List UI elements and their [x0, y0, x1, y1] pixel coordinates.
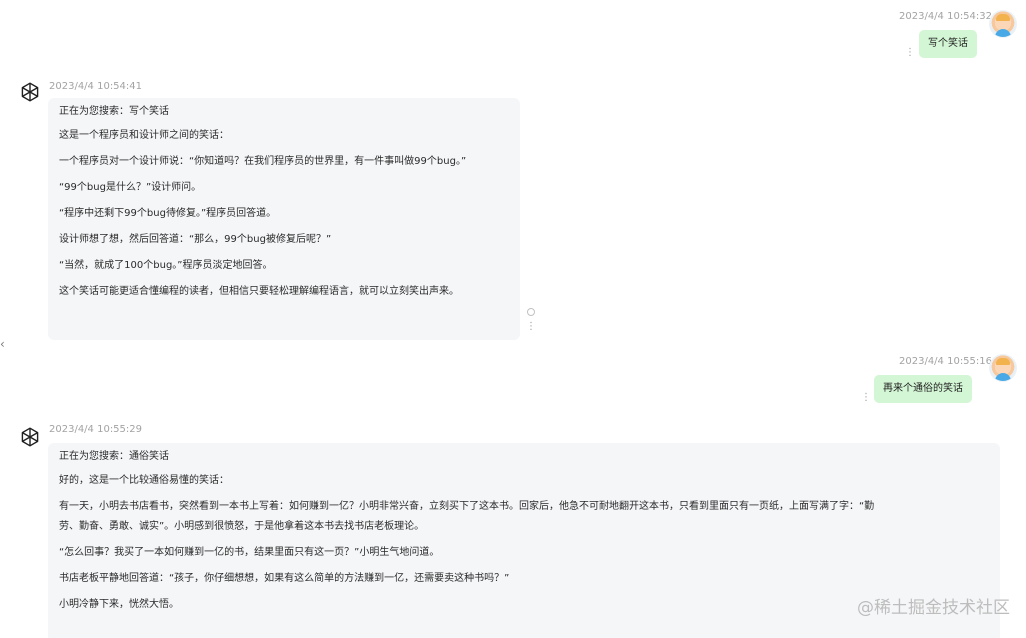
avatar-hair	[996, 14, 1010, 21]
assistant-message-line: 劳、勤奋、勇敢、诚实”。小明感到很愤怒，于是他拿着这本书去找书店老板理论。	[59, 521, 425, 532]
assistant-message-line: 这是一个程序员和设计师之间的笑话：	[59, 130, 229, 141]
chevron-left-icon[interactable]: ‹	[0, 336, 8, 352]
assistant-message-line: 一个程序员对一个设计师说：“你知道吗？在我们程序员的世界里，有一件事叫做99个b…	[59, 156, 467, 167]
avatar-hair	[996, 358, 1010, 365]
more-options-icon[interactable]: ⋮	[861, 393, 871, 403]
assistant-message-line: “当然，就成了100个bug。”程序员淡定地回答。	[59, 260, 273, 271]
assistant-message-line: 正在为您搜索：写个笑话	[59, 106, 169, 117]
chat-window: ‹ 2023/4/4 10:54:32 写个笑话 ⋮ 2023/4/4 10:5…	[0, 0, 1026, 638]
assistant-message-line: 小明冷静下来，恍然大悟。	[59, 599, 179, 610]
assistant-message-line: 设计师想了想，然后回答道：“那么，99个bug被修复后呢？”	[59, 234, 332, 245]
assistant-message-line: 这个笑话可能更适合懂编程的读者，但相信只要轻松理解编程语言，就可以立刻笑出声来。	[59, 286, 459, 297]
assistant-logo-icon	[21, 427, 39, 447]
assistant-message-line: 好的，这是一个比较通俗易懂的笑话：	[59, 475, 229, 486]
assistant-message-line: 有一天，小明去书店看书，突然看到一本书上写着：如何赚到一亿？小明非常兴奋，立刻买…	[59, 501, 875, 512]
assistant-message-line: 书店老板平静地回答道：“孩子，你仔细想想，如果有这么简单的方法赚到一亿，还需要卖…	[59, 573, 510, 584]
message-timestamp: 2023/4/4 10:55:16	[899, 356, 993, 367]
more-options-icon[interactable]: ⋮	[905, 48, 915, 58]
message-timestamp: 2023/4/4 10:54:41	[49, 81, 143, 92]
assistant-logo-icon	[21, 82, 39, 102]
message-timestamp: 2023/4/4 10:54:32	[899, 11, 993, 22]
assistant-message-line: “99个bug是什么？”设计师问。	[59, 182, 202, 193]
assistant-message-line: 正在为您搜索：通俗笑话	[59, 451, 169, 462]
user-avatar	[989, 10, 1017, 38]
avatar-shirt	[995, 373, 1011, 381]
watermark: @稀土掘金技术社区	[857, 598, 1010, 618]
user-message-bubble[interactable]: 再来个通俗的笑话	[874, 375, 972, 403]
assistant-message-line: “怎么回事？我买了一本如何赚到一亿的书，结果里面只有这一页？”小明生气地问道。	[59, 547, 440, 558]
assistant-message-bubble[interactable]: 正在为您搜索：写个笑话 这是一个程序员和设计师之间的笑话： 一个程序员对一个设计…	[48, 98, 520, 340]
user-message-bubble[interactable]: 写个笑话	[919, 30, 977, 58]
copy-icon[interactable]	[527, 308, 535, 316]
user-avatar	[989, 354, 1017, 382]
avatar-shirt	[995, 29, 1011, 37]
message-timestamp: 2023/4/4 10:55:29	[49, 424, 143, 435]
more-options-icon[interactable]: ⋮	[526, 322, 536, 332]
assistant-message-line: “程序中还剩下99个bug待修复。”程序员回答道。	[59, 208, 277, 219]
